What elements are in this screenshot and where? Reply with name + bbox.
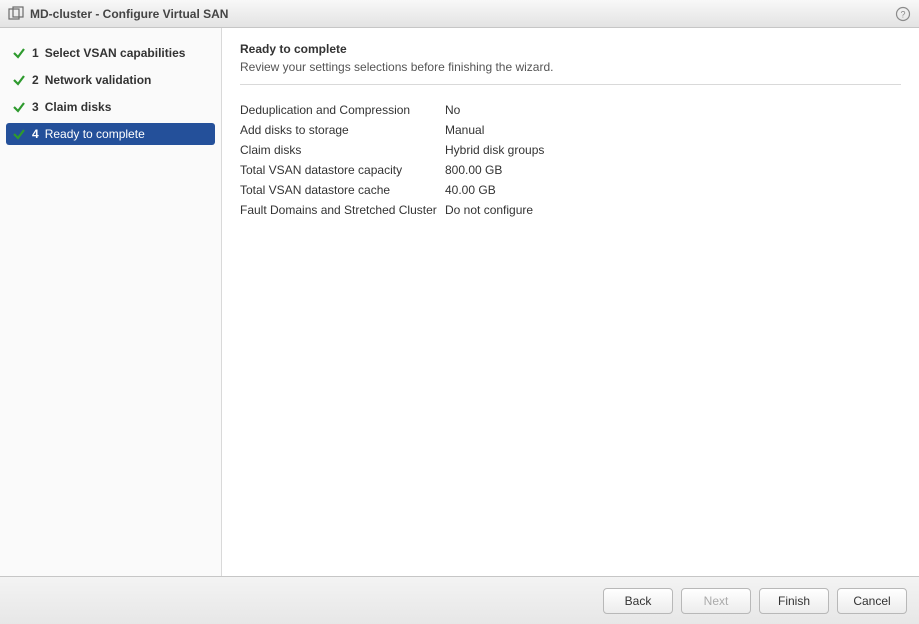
step-number: 4 <box>32 127 39 141</box>
summary-value: No <box>445 103 901 117</box>
sidebar-step-claim-disks[interactable]: 3 Claim disks <box>6 96 215 118</box>
summary-row: Claim disks Hybrid disk groups <box>240 143 901 157</box>
wizard-sidebar: 1 Select VSAN capabilities 2 Network val… <box>0 28 222 576</box>
svg-text:?: ? <box>900 9 905 19</box>
summary-row: Total VSAN datastore cache 40.00 GB <box>240 183 901 197</box>
summary-value: Do not configure <box>445 203 901 217</box>
titlebar: MD-cluster - Configure Virtual SAN ? <box>0 0 919 28</box>
cancel-button[interactable]: Cancel <box>837 588 907 614</box>
step-label: Network validation <box>45 73 152 87</box>
wizard-footer: Back Next Finish Cancel <box>0 576 919 624</box>
step-label: Select VSAN capabilities <box>45 46 186 60</box>
cluster-icon <box>8 6 24 22</box>
step-label: Claim disks <box>45 100 112 114</box>
summary-value: Hybrid disk groups <box>445 143 901 157</box>
step-number: 3 <box>32 100 39 114</box>
step-number: 2 <box>32 73 39 87</box>
content-subtext: Review your settings selections before f… <box>240 60 901 74</box>
summary-row: Fault Domains and Stretched Cluster Do n… <box>240 203 901 217</box>
summary-label: Claim disks <box>240 143 445 157</box>
summary-label: Fault Domains and Stretched Cluster <box>240 203 445 217</box>
sidebar-step-network-validation[interactable]: 2 Network validation <box>6 69 215 91</box>
help-icon[interactable]: ? <box>895 6 911 22</box>
step-label: Ready to complete <box>45 127 145 141</box>
summary-label: Add disks to storage <box>240 123 445 137</box>
summary-row: Total VSAN datastore capacity 800.00 GB <box>240 163 901 177</box>
back-button[interactable]: Back <box>603 588 673 614</box>
next-button: Next <box>681 588 751 614</box>
sidebar-step-ready-to-complete[interactable]: 4 Ready to complete <box>6 123 215 145</box>
check-icon <box>12 100 26 114</box>
check-icon <box>12 46 26 60</box>
main-area: 1 Select VSAN capabilities 2 Network val… <box>0 28 919 576</box>
sidebar-step-select-vsan-capabilities[interactable]: 1 Select VSAN capabilities <box>6 42 215 64</box>
wizard-content: Ready to complete Review your settings s… <box>222 28 919 576</box>
summary-value: Manual <box>445 123 901 137</box>
check-icon <box>12 127 26 141</box>
check-icon <box>12 73 26 87</box>
summary-row: Add disks to storage Manual <box>240 123 901 137</box>
divider <box>240 84 901 85</box>
summary-value: 800.00 GB <box>445 163 901 177</box>
summary-row: Deduplication and Compression No <box>240 103 901 117</box>
summary-value: 40.00 GB <box>445 183 901 197</box>
summary-label: Total VSAN datastore cache <box>240 183 445 197</box>
window-title: MD-cluster - Configure Virtual SAN <box>30 7 895 21</box>
summary-table: Deduplication and Compression No Add dis… <box>240 103 901 217</box>
finish-button[interactable]: Finish <box>759 588 829 614</box>
summary-label: Total VSAN datastore capacity <box>240 163 445 177</box>
content-heading: Ready to complete <box>240 42 901 56</box>
step-number: 1 <box>32 46 39 60</box>
summary-label: Deduplication and Compression <box>240 103 445 117</box>
